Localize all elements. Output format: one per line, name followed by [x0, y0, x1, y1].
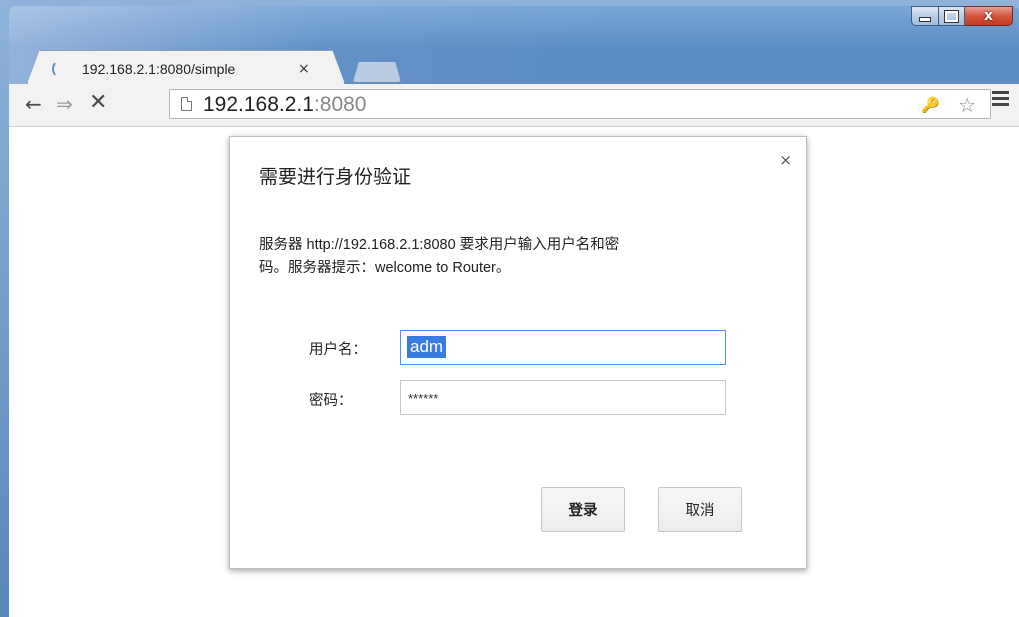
- maximize-icon: [944, 9, 959, 23]
- close-icon: x: [983, 8, 994, 24]
- url-text[interactable]: 192.168.2.1:8080: [203, 93, 367, 117]
- url-host: 192.168.2.1: [203, 93, 314, 116]
- close-window-button[interactable]: x: [965, 6, 1013, 26]
- tab-title: 192.168.2.1:8080/simple: [82, 61, 236, 77]
- page-icon: [181, 97, 192, 111]
- minimize-button[interactable]: [911, 6, 939, 26]
- password-field[interactable]: ******: [400, 380, 726, 415]
- window-controls: x: [911, 6, 1013, 28]
- stop-button[interactable]: ✕: [89, 90, 107, 115]
- tab-close-button[interactable]: ×: [298, 61, 310, 77]
- password-label: 密码：: [309, 393, 353, 409]
- browser-tab[interactable]: 192.168.2.1:8080/simple ×: [27, 50, 345, 84]
- url-port: :8080: [313, 93, 367, 116]
- dialog-message: 服务器 http://192.168.2.1:8080 要求用户输入用户名和密 …: [259, 234, 779, 280]
- password-value: ******: [408, 391, 439, 406]
- auth-dialog: × 需要进行身份验证 服务器 http://192.168.2.1:8080 要…: [229, 136, 807, 569]
- minimize-icon: [919, 17, 931, 22]
- address-bar[interactable]: 192.168.2.1:8080 🔑 ☆: [169, 89, 991, 119]
- cancel-button[interactable]: 取消: [658, 487, 742, 532]
- dialog-message-line2: 码。服务器提示：welcome to Router。: [259, 260, 511, 276]
- username-value: adm: [407, 336, 447, 358]
- star-icon[interactable]: ☆: [958, 93, 976, 117]
- forward-button[interactable]: ⇒: [56, 92, 73, 116]
- key-icon[interactable]: 🔑: [921, 96, 940, 114]
- maximize-button[interactable]: [939, 6, 965, 26]
- login-button[interactable]: 登录: [541, 487, 625, 532]
- dialog-message-line1: 服务器 http://192.168.2.1:8080 要求用户输入用户名和密: [259, 237, 620, 253]
- new-tab-button[interactable]: [353, 62, 401, 82]
- browser-toolbar: ← ⇒ ✕ 192.168.2.1:8080 🔑 ☆: [9, 84, 1019, 127]
- dialog-close-button[interactable]: ×: [779, 151, 792, 169]
- dialog-title: 需要进行身份验证: [259, 167, 412, 188]
- back-button[interactable]: ←: [25, 92, 42, 116]
- username-field[interactable]: adm: [400, 330, 726, 365]
- hamburger-menu-icon[interactable]: [992, 91, 1009, 109]
- spinner-icon: [52, 60, 68, 78]
- username-label: 用户名：: [309, 342, 367, 358]
